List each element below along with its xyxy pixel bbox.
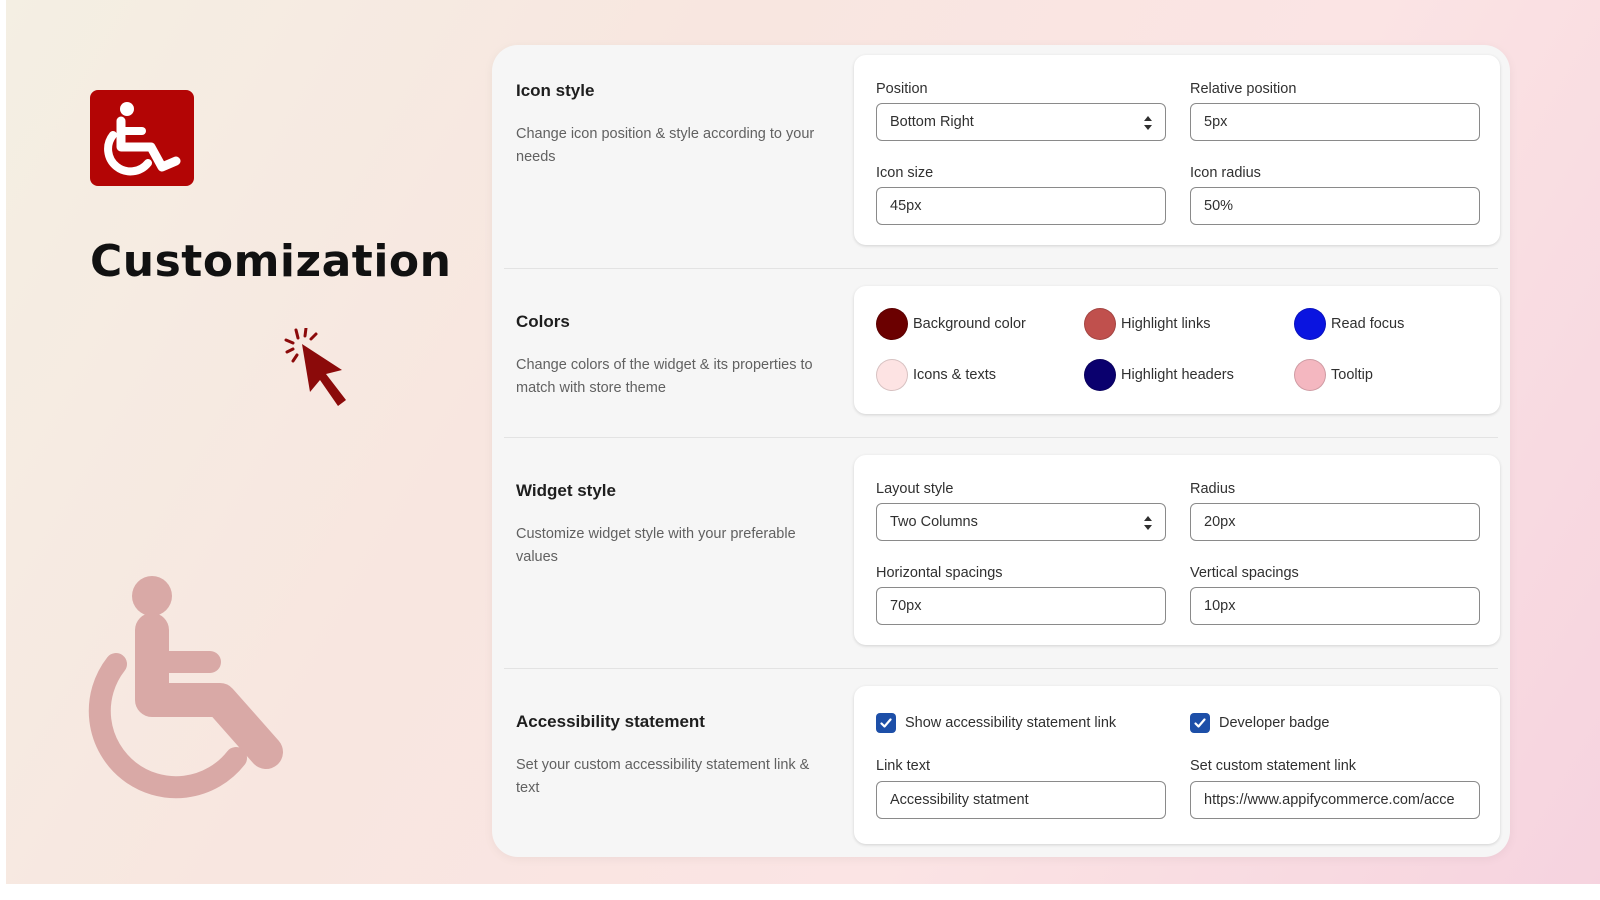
section-accessibility-statement: Accessibility statement Set your custom …	[504, 676, 1500, 857]
color-label: Read focus	[1331, 316, 1405, 332]
section-divider	[504, 437, 1498, 438]
icon-size-input[interactable]: 45px	[876, 187, 1166, 225]
show-statement-link-checkbox[interactable]: Show accessibility statement link	[876, 713, 1116, 733]
custom-link-label: Set custom statement link	[1190, 758, 1357, 774]
color-label: Highlight links	[1121, 316, 1211, 332]
checkmark-icon	[1194, 718, 1206, 728]
page-title: Customization	[90, 236, 452, 287]
developer-badge-label: Developer badge	[1219, 715, 1330, 731]
link-text-input[interactable]: Accessibility statment	[876, 781, 1166, 819]
checkbox-checked[interactable]	[876, 713, 896, 733]
radius-label: Radius	[1190, 481, 1236, 497]
checkbox-checked[interactable]	[1190, 713, 1210, 733]
select-arrows-icon	[1144, 516, 1152, 530]
color-swatch[interactable]	[1294, 359, 1326, 391]
color-swatch[interactable]	[1294, 308, 1326, 340]
section-title: Colors	[516, 312, 570, 331]
section-description: Set your custom accessibility statement …	[516, 757, 810, 796]
wheelchair-icon	[88, 576, 283, 799]
section-description: Change colors of the widget & its proper…	[516, 357, 813, 396]
icon-radius-input[interactable]: 50%	[1190, 187, 1480, 225]
icon-size-label: Icon size	[876, 165, 934, 181]
section-icon-style: Icon style Change icon position & style …	[504, 45, 1500, 265]
layout-style-label: Layout style	[876, 481, 954, 497]
color-label: Icons & texts	[913, 367, 997, 383]
color-swatch[interactable]	[876, 308, 908, 340]
color-item-read-focus[interactable]: Read focus	[1294, 308, 1404, 340]
horizontal-spacing-input[interactable]: 70px	[876, 587, 1166, 625]
relative-position-label: Relative position	[1190, 81, 1297, 97]
custom-link-input[interactable]: https://www.appifycommerce.com/acce	[1190, 781, 1480, 819]
section-divider	[504, 668, 1498, 669]
color-label: Highlight headers	[1121, 367, 1234, 383]
position-label: Position	[876, 81, 928, 97]
icon-style-panel: Position Bottom Right Relative position …	[854, 55, 1500, 245]
layout-style-value: Two Columns	[890, 514, 978, 530]
section-description: Customize widget style with your prefera…	[516, 526, 796, 565]
click-cursor-icon	[284, 328, 346, 406]
color-item-icons-texts[interactable]: Icons & texts	[876, 359, 996, 391]
brand-logo	[90, 90, 194, 186]
link-text-label: Link text	[876, 758, 930, 774]
icon-radius-label: Icon radius	[1190, 165, 1261, 181]
developer-badge-checkbox[interactable]: Developer badge	[1190, 713, 1329, 733]
section-colors: Colors Change colors of the widget & its…	[504, 276, 1500, 436]
color-swatch[interactable]	[876, 359, 908, 391]
relative-position-input[interactable]: 5px	[1190, 103, 1480, 141]
bottom-edge	[0, 884, 1600, 900]
color-item-highlight-links[interactable]: Highlight links	[1084, 308, 1210, 340]
checkmark-icon	[880, 718, 892, 728]
section-title: Icon style	[516, 81, 595, 100]
section-title: Widget style	[516, 481, 616, 500]
color-label: Background color	[913, 316, 1026, 332]
select-arrows-icon	[1144, 116, 1152, 130]
settings-card: Icon style Change icon position & style …	[492, 45, 1510, 857]
section-widget-style: Widget style Customize widget style with…	[504, 445, 1500, 665]
vertical-spacing-input[interactable]: 10px	[1190, 587, 1480, 625]
color-swatch[interactable]	[1084, 359, 1116, 391]
layout-style-select[interactable]: Two Columns	[876, 503, 1166, 541]
position-value: Bottom Right	[890, 114, 974, 130]
position-select[interactable]: Bottom Right	[876, 103, 1166, 141]
show-statement-link-label: Show accessibility statement link	[905, 715, 1117, 731]
widget-style-panel: Layout style Two Columns Radius 20px Hor…	[854, 455, 1500, 645]
color-label: Tooltip	[1331, 367, 1373, 383]
color-item-background[interactable]: Background color	[876, 308, 1026, 340]
wheelchair-icon	[104, 102, 181, 176]
horizontal-spacing-label: Horizontal spacings	[876, 565, 1003, 581]
section-title: Accessibility statement	[516, 712, 705, 731]
section-description: Change icon position & style according t…	[516, 126, 815, 165]
statement-panel: Show accessibility statement link Develo…	[854, 686, 1500, 844]
section-divider	[504, 268, 1498, 269]
color-item-highlight-headers[interactable]: Highlight headers	[1084, 359, 1234, 391]
left-edge	[0, 0, 6, 900]
colors-panel: Background color Highlight links Read fo…	[854, 286, 1500, 414]
color-swatch[interactable]	[1084, 308, 1116, 340]
color-item-tooltip[interactable]: Tooltip	[1294, 359, 1373, 391]
vertical-spacing-label: Vertical spacings	[1190, 565, 1299, 581]
radius-input[interactable]: 20px	[1190, 503, 1480, 541]
